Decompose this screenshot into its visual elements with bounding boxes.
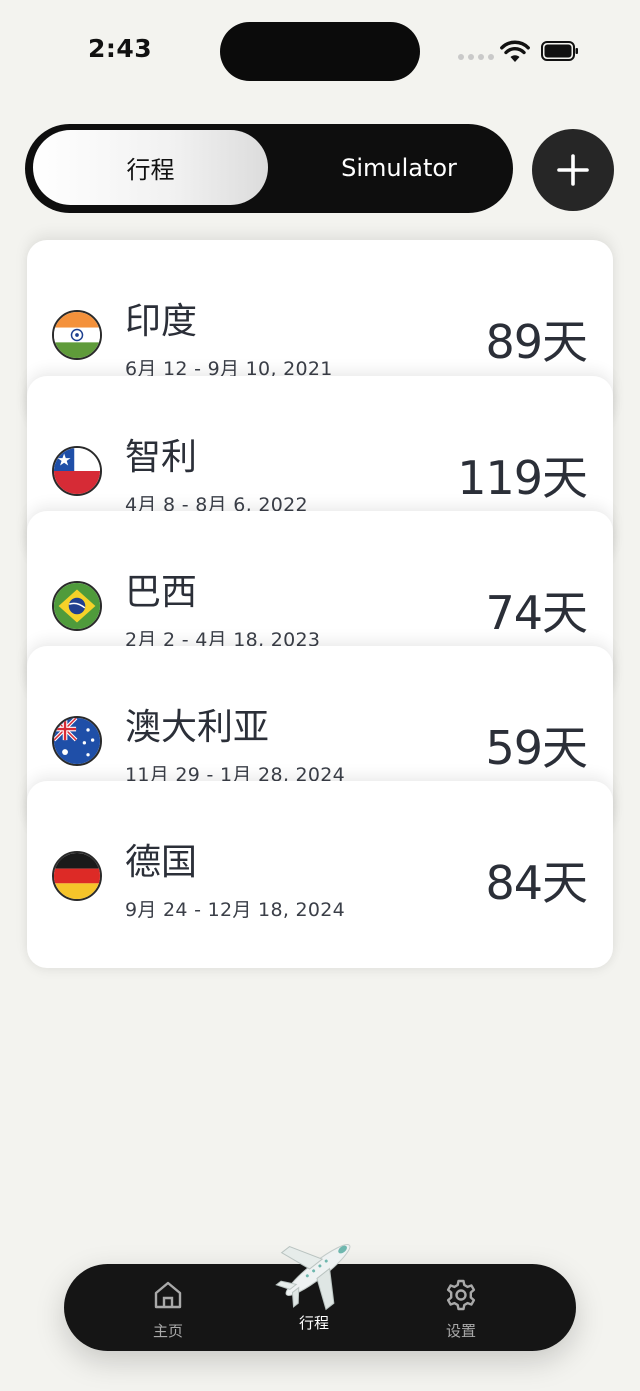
dynamic-island xyxy=(220,22,420,81)
wifi-icon xyxy=(500,40,530,62)
tab-simulator-segment[interactable]: Simulator xyxy=(285,130,513,205)
india-flag-icon xyxy=(52,310,102,360)
status-time: 2:43 xyxy=(88,34,153,63)
gear-icon xyxy=(446,1279,476,1311)
trip-dates: 9月 24 - 12月 18, 2024 xyxy=(125,899,346,921)
tab-home[interactable]: 主页 xyxy=(123,1278,213,1341)
battery-icon xyxy=(541,41,578,61)
brazil-flag-icon xyxy=(52,581,102,631)
trip-days: 119天 xyxy=(457,451,588,505)
australia-flag-icon xyxy=(52,716,102,766)
trip-days: 89天 xyxy=(485,315,588,369)
trip-card[interactable]: 德国 9月 24 - 12月 18, 2024 84天 xyxy=(27,781,613,968)
tab-settings[interactable]: 设置 xyxy=(416,1278,506,1341)
plus-icon xyxy=(557,154,589,186)
trip-days: 59天 xyxy=(485,721,588,775)
trip-country: 印度 xyxy=(125,301,198,342)
segment-label-trips: 行程 xyxy=(126,156,175,184)
germany-flag-icon xyxy=(52,851,102,901)
tab-trips-segment[interactable]: 行程 xyxy=(33,130,268,205)
trip-days: 74天 xyxy=(485,586,588,640)
add-trip-button[interactable] xyxy=(532,129,614,211)
trip-country: 智利 xyxy=(125,437,198,478)
trip-country: 巴西 xyxy=(125,572,198,613)
view-switcher: 行程 Simulator xyxy=(25,124,513,213)
trip-days: 84天 xyxy=(485,856,588,910)
cellular-signal-icon xyxy=(458,54,494,60)
tab-home-label: 主页 xyxy=(152,1322,183,1340)
trip-country: 澳大利亚 xyxy=(125,707,270,748)
chile-flag-icon xyxy=(52,446,102,496)
airplane-icon xyxy=(275,1244,351,1311)
trip-country: 德国 xyxy=(125,842,198,883)
tab-settings-label: 设置 xyxy=(445,1322,476,1340)
segment-label-simulator: Simulator xyxy=(341,153,457,182)
home-icon xyxy=(154,1281,182,1309)
